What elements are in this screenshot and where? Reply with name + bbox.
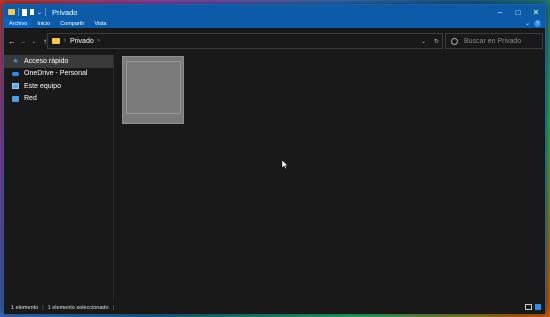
item-count: 1 elemento xyxy=(11,304,39,311)
mouse-cursor-icon xyxy=(282,160,288,169)
star-icon: ★ xyxy=(12,57,19,65)
cloud-icon xyxy=(12,71,19,76)
window-controls: – □ ✕ xyxy=(491,5,545,19)
breadcrumb-chevron-icon[interactable]: › xyxy=(98,38,100,44)
status-divider: | xyxy=(42,304,44,311)
search-placeholder: Buscar en Privado xyxy=(464,37,522,45)
file-explorer-window: ⌄ Privado – □ ✕ Archivo Inicio Compartir… xyxy=(3,4,546,314)
folder-icon xyxy=(8,9,15,15)
properties-icon[interactable] xyxy=(22,8,27,16)
navigation-pane: ★ Acceso rápido OneDrive - Personal Este… xyxy=(4,55,114,301)
recent-locations-chevron-icon[interactable]: ⌄ xyxy=(29,38,39,45)
sidebar-item-este-equipo[interactable]: Este equipo xyxy=(4,80,113,93)
address-history-chevron-icon[interactable]: ⌄ xyxy=(421,38,426,45)
forward-arrow-icon[interactable]: → xyxy=(18,39,28,45)
tab-vista[interactable]: Vista xyxy=(89,19,111,28)
sidebar-item-label: OneDrive - Personal xyxy=(24,70,88,78)
file-list[interactable] xyxy=(115,55,545,301)
breadcrumb-privado[interactable]: Privado xyxy=(70,38,94,45)
sidebar-item-label: Acceso rápido xyxy=(24,57,69,65)
search-icon xyxy=(451,37,458,45)
view-switcher xyxy=(525,304,541,310)
details-view-icon[interactable] xyxy=(525,304,532,310)
breadcrumb-separator-icon[interactable]: › xyxy=(64,38,66,44)
refresh-icon[interactable]: ↻ xyxy=(434,38,439,45)
minimize-button[interactable]: – xyxy=(491,5,509,19)
sidebar-item-label: Red xyxy=(24,95,37,103)
address-bar[interactable]: › Privado › ⌄ ↻ xyxy=(47,33,443,49)
back-arrow-icon[interactable]: ← xyxy=(7,37,17,46)
expand-ribbon-chevron-icon[interactable]: ⌄ xyxy=(525,20,530,27)
file-item-selected[interactable] xyxy=(122,56,184,124)
quick-access-toolbar: ⌄ xyxy=(4,8,47,16)
nav-buttons: ← → ⌄ ↑ xyxy=(4,37,50,46)
new-folder-icon[interactable] xyxy=(30,9,34,15)
ribbon-tabs: Archivo Inicio Compartir Vista ⌄ ? xyxy=(4,19,545,28)
folder-icon xyxy=(52,38,60,44)
navigation-bar: ← → ⌄ ↑ › Privado › ⌄ ↻ Buscar en Privad… xyxy=(4,28,545,55)
sidebar-item-red[interactable]: Red xyxy=(4,93,113,106)
pc-icon xyxy=(12,83,19,90)
help-icon[interactable]: ? xyxy=(534,20,541,27)
title-bar: ⌄ Privado – □ ✕ xyxy=(4,5,545,19)
close-button[interactable]: ✕ xyxy=(527,5,545,19)
status-divider: | xyxy=(112,304,114,311)
toolbar-divider xyxy=(18,8,19,16)
tab-inicio[interactable]: Inicio xyxy=(32,19,55,28)
window-title: Privado xyxy=(52,7,78,17)
sidebar-item-acceso-rapido[interactable]: ★ Acceso rápido xyxy=(4,55,113,68)
status-bar: 1 elemento | 1 elemento seleccionado | xyxy=(4,301,545,314)
ribbon-controls: ⌄ ? xyxy=(525,19,541,28)
tab-archivo[interactable]: Archivo xyxy=(4,19,33,28)
toolbar-divider xyxy=(45,8,47,16)
large-icons-view-icon[interactable] xyxy=(535,304,541,310)
tab-compartir[interactable]: Compartir xyxy=(55,19,89,28)
address-controls: ⌄ ↻ xyxy=(421,34,439,48)
selected-count: 1 elemento seleccionado xyxy=(47,304,109,311)
sidebar-item-onedrive[interactable]: OneDrive - Personal xyxy=(4,68,113,81)
search-box[interactable]: Buscar en Privado xyxy=(445,33,543,49)
file-thumbnail xyxy=(126,61,181,114)
customize-toolbar-chevron-icon[interactable]: ⌄ xyxy=(37,9,42,16)
maximize-button[interactable]: □ xyxy=(509,5,527,19)
network-icon xyxy=(12,95,19,102)
sidebar-item-label: Este equipo xyxy=(24,82,61,90)
